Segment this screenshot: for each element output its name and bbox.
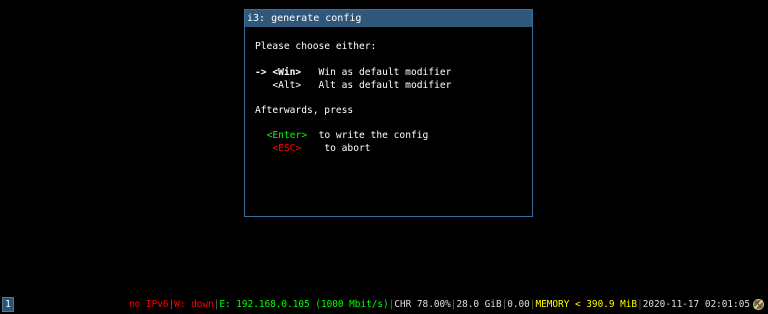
memory-status: MEMORY < 390.9 MiB	[535, 299, 638, 310]
option-win-desc: Win as default modifier	[318, 67, 452, 78]
datetime-status: 2020-11-17 02:01:05	[642, 299, 750, 310]
enter-desc: to write the config	[318, 130, 429, 141]
load-status: 0.00	[507, 299, 530, 310]
wireless-status: W: down	[174, 299, 214, 310]
option-alt-key: <Alt>	[272, 80, 302, 91]
cpu-status: CHR 78.00%	[394, 299, 451, 310]
ethernet-status: E: 192.168.0.105 (1000 Mbit/s)	[219, 299, 389, 310]
option-win-key: <Win>	[272, 67, 302, 78]
enter-instruction: <Enter> to write the config	[255, 130, 429, 142]
option-alt-desc: Alt as default modifier	[318, 80, 452, 91]
network-manager-icon[interactable]	[752, 298, 765, 311]
ipv6-status: no IPv6	[129, 299, 169, 310]
esc-desc: to abort	[324, 143, 371, 154]
status-bar: 1 no IPv6 | W: down | E: 192.168.0.105 (…	[0, 295, 768, 314]
status-line: no IPv6 | W: down | E: 192.168.0.105 (10…	[129, 295, 750, 314]
afterwards-prompt: Afterwards, press	[255, 105, 354, 116]
option-alt[interactable]: <Alt> Alt as default modifier	[255, 80, 451, 92]
disk-status: 28.0 GiB	[456, 299, 502, 310]
esc-instruction: <ESC> to abort	[255, 143, 371, 155]
config-dialog: i3: generate config Please choose either…	[244, 9, 533, 217]
dialog-title: i3: generate config	[245, 10, 532, 27]
option-win-arrow: ->	[255, 67, 273, 78]
workspace-button-1[interactable]: 1	[2, 297, 14, 312]
esc-key: <ESC>	[272, 143, 302, 154]
option-win[interactable]: -> <Win> Win as default modifier	[255, 67, 451, 79]
dialog-body: Please choose either: -> <Win> Win as de…	[245, 27, 532, 187]
choose-prompt: Please choose either:	[255, 41, 377, 52]
enter-key: <Enter>	[266, 130, 307, 141]
